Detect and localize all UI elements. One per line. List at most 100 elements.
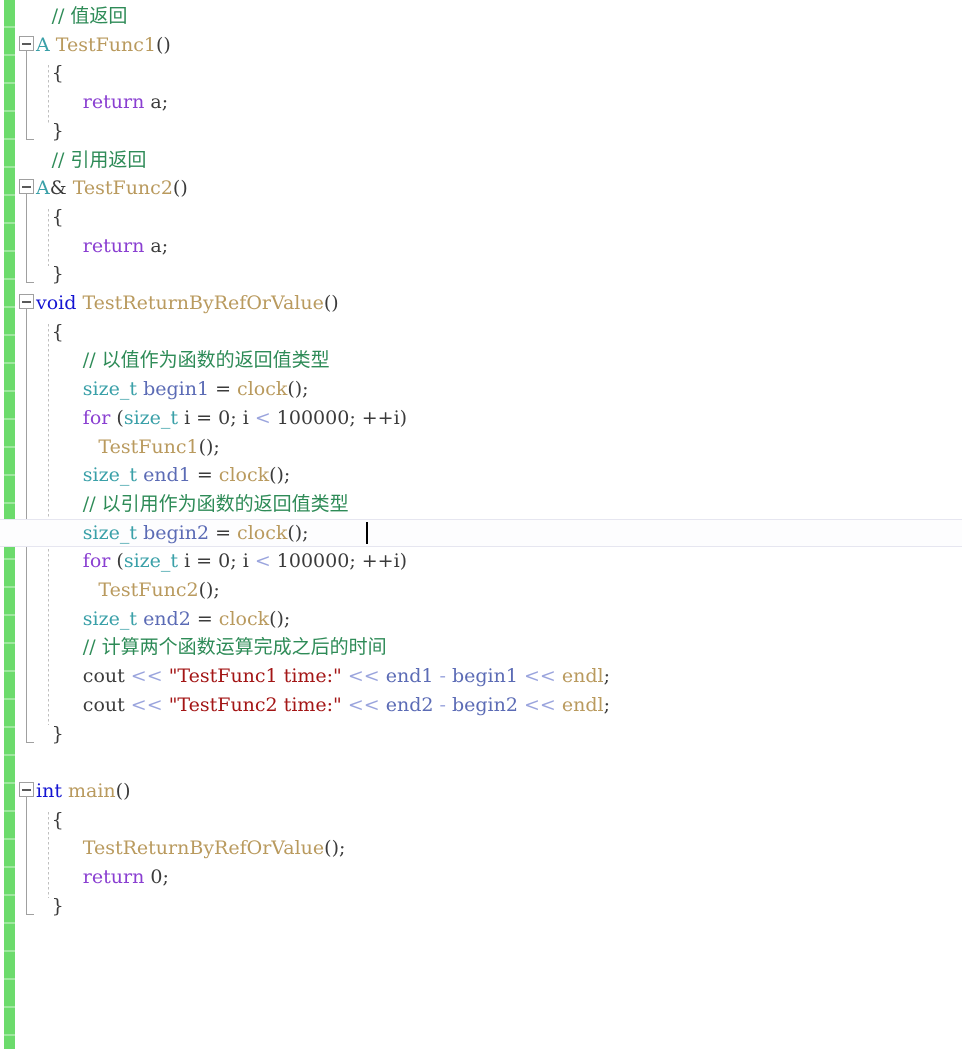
code-editor[interactable]: // 值返回 A TestFunc1(){return a;}// 引用返回 A& …: [0, 0, 962, 1049]
code-line[interactable]: }: [0, 260, 962, 289]
code-line-text: A TestFunc1(): [16, 31, 171, 60]
code-line[interactable]: cout << "TestFunc1 time:" << end1 - begi…: [0, 662, 962, 691]
token-plain: (: [110, 550, 124, 573]
code-line[interactable]: }: [0, 720, 962, 749]
token-plain: ;: [603, 665, 611, 688]
token-variable: begin1: [143, 378, 210, 401]
token-variable: end2: [385, 693, 434, 716]
code-line[interactable]: for (size_t i = 0; i < 100000; ++i): [0, 547, 962, 576]
code-line[interactable]: // 引用返回: [0, 146, 962, 175]
code-line[interactable]: }: [0, 117, 962, 146]
token-plain: cout: [82, 693, 131, 716]
code-line-text: TestFunc2();: [78, 576, 219, 605]
code-line[interactable]: size_t begin2 = clock();: [0, 518, 962, 548]
code-line[interactable]: {: [0, 318, 962, 347]
token-operator: <<: [130, 665, 163, 688]
code-line[interactable]: // 计算两个函数运算完成之后的时间: [0, 633, 962, 662]
code-line-text: size_t end1 = clock();: [63, 461, 291, 490]
code-line[interactable]: {: [0, 59, 962, 88]
code-line[interactable]: [0, 748, 962, 777]
code-line[interactable]: cout << "TestFunc2 time:" << end2 - begi…: [0, 691, 962, 720]
code-line[interactable]: size_t begin1 = clock();: [0, 375, 962, 404]
code-line[interactable]: for (size_t i = 0; i < 100000; ++i): [0, 404, 962, 433]
code-line[interactable]: // 值返回: [0, 2, 962, 31]
code-line-text: // 值返回: [32, 2, 128, 31]
code-line[interactable]: {: [0, 203, 962, 232]
code-line[interactable]: TestFunc2();: [0, 576, 962, 605]
code-line-text: // 以值作为函数的返回值类型: [63, 346, 330, 375]
token-variable: begin1: [451, 665, 518, 688]
code-line-text: A& TestFunc2(): [16, 174, 188, 203]
code-line-text: TestFunc1();: [78, 433, 219, 462]
code-line[interactable]: }: [0, 892, 962, 921]
token-plain: }: [51, 119, 64, 142]
token-type: size_t: [82, 607, 138, 630]
code-line[interactable]: // 以引用作为函数的返回值类型: [0, 490, 962, 519]
token-plain: (): [172, 177, 188, 200]
token-operator: <<: [347, 693, 380, 716]
token-type: size_t: [123, 406, 179, 429]
code-line-text: {: [32, 318, 64, 347]
token-plain: ();: [269, 464, 291, 487]
token-control_keyword: return: [82, 866, 145, 888]
token-plain: 100000: [276, 550, 350, 573]
code-line-text: {: [32, 203, 64, 232]
token-func: TestReturnByRefOrValue: [82, 837, 325, 860]
token-control_keyword: for: [82, 550, 111, 573]
token-func: clock: [218, 607, 270, 630]
token-string: "TestFunc1 time:": [168, 665, 342, 688]
token-plain: ();: [287, 521, 309, 544]
token-func: TestFunc2: [72, 177, 173, 200]
code-line[interactable]: return 0;: [0, 863, 962, 892]
token-plain: ();: [287, 378, 309, 401]
code-line-text: int main(): [16, 777, 131, 806]
code-line[interactable]: return a;: [0, 88, 962, 117]
code-line-text: size_t begin2 = clock();: [63, 520, 309, 547]
token-variable: begin2: [451, 693, 518, 716]
token-variable: end1: [143, 464, 191, 487]
token-plain: ;: [603, 693, 611, 716]
code-line-text: return a;: [63, 88, 168, 117]
code-line-text: for (size_t i = 0; i < 100000; ++i): [63, 404, 407, 433]
code-line-text: return a;: [63, 232, 168, 261]
token-func: TestFunc2: [98, 579, 199, 601]
code-line-text: }: [32, 260, 64, 289]
code-line[interactable]: A& TestFunc2(): [0, 174, 962, 203]
token-type: size_t: [82, 378, 138, 401]
token-operator: <<: [524, 665, 556, 688]
code-line[interactable]: void TestReturnByRefOrValue(): [0, 289, 962, 318]
code-line[interactable]: int main(): [0, 777, 962, 806]
token-plain: 0: [150, 866, 163, 888]
token-func: endl: [561, 665, 604, 688]
code-line[interactable]: {: [0, 806, 962, 835]
text-caret: [366, 521, 368, 544]
token-type: size_t: [82, 464, 138, 487]
token-plain: 0: [218, 406, 231, 429]
token-plain: }: [51, 263, 64, 286]
token-plain: 0: [218, 550, 231, 573]
code-line[interactable]: TestReturnByRefOrValue();: [0, 834, 962, 863]
token-control_keyword: return: [82, 91, 145, 114]
token-plain: =: [190, 607, 219, 630]
code-line[interactable]: TestFunc1();: [0, 433, 962, 462]
token-plain: ; ++i): [349, 550, 408, 573]
token-func: TestFunc1: [98, 435, 199, 458]
token-plain: ;: [162, 866, 169, 888]
token-operator: <<: [347, 665, 380, 688]
code-line-text: // 以引用作为函数的返回值类型: [63, 490, 349, 519]
code-line-text: // 引用返回: [32, 146, 147, 175]
code-line[interactable]: size_t end1 = clock();: [0, 461, 962, 490]
code-surface[interactable]: // 值返回 A TestFunc1(){return a;}// 引用返回 A& …: [0, 0, 962, 1049]
token-type: A: [36, 177, 50, 200]
token-plain: i =: [178, 550, 219, 573]
token-plain: {: [51, 320, 64, 343]
code-line-text: {: [32, 59, 64, 88]
token-comment: // 计算两个函数运算完成之后的时间: [82, 636, 387, 659]
token-plain: (): [323, 292, 339, 314]
code-line[interactable]: A TestFunc1(): [0, 31, 962, 60]
code-line[interactable]: size_t end2 = clock();: [0, 605, 962, 634]
code-line-text: }: [32, 117, 64, 146]
code-line[interactable]: return a;: [0, 232, 962, 261]
code-line[interactable]: // 以值作为函数的返回值类型: [0, 346, 962, 375]
token-string: "TestFunc2 time:": [168, 693, 342, 716]
